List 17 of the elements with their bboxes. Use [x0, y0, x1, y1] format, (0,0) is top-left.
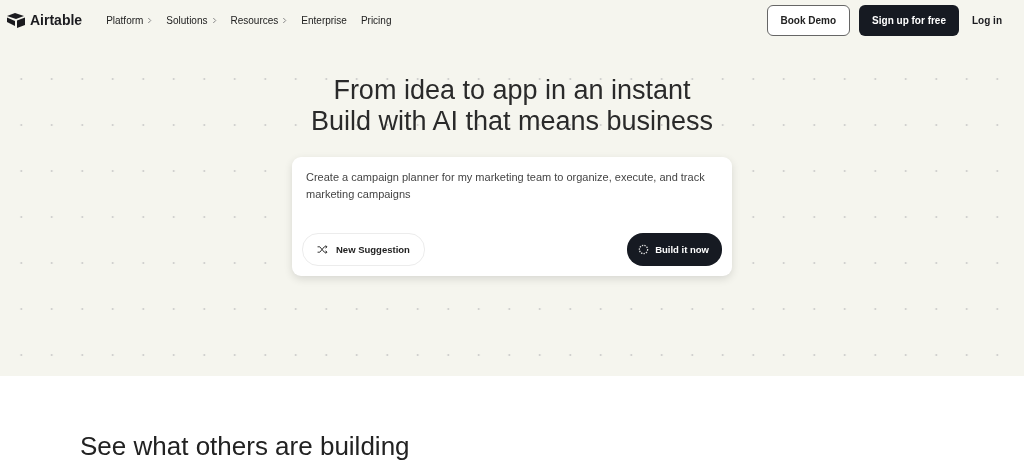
brand-name[interactable]: Airtable	[30, 12, 83, 28]
login-link[interactable]: Log in	[972, 14, 1002, 26]
logo-icon	[6, 12, 26, 28]
hero-title: From idea to app in an instant Build with AI that means business	[310, 75, 714, 137]
book-demo-button[interactable]: Book Demo	[766, 4, 851, 36]
nav-link[interactable]: Solutions	[166, 14, 217, 26]
nav-link[interactable]: Pricing	[360, 14, 392, 26]
spinner-icon	[638, 244, 650, 255]
sign-up-button[interactable]: Sign up for free	[859, 4, 959, 36]
nav-link[interactable]: Enterprise	[301, 14, 347, 26]
nav-link[interactable]: Resources	[230, 14, 288, 26]
prompt-box[interactable]: Create a campaign planner for my marketing team to organize, execute, and track marketing campaigns New Suggestion Build it now	[292, 157, 732, 276]
section-heading: See what others are building	[80, 431, 411, 462]
build-button[interactable]: Build it now	[627, 233, 722, 266]
nav-link[interactable]: Platform	[106, 14, 153, 26]
shuffle-icon	[317, 245, 328, 254]
new-suggestion-button[interactable]: New Suggestion	[302, 233, 425, 266]
